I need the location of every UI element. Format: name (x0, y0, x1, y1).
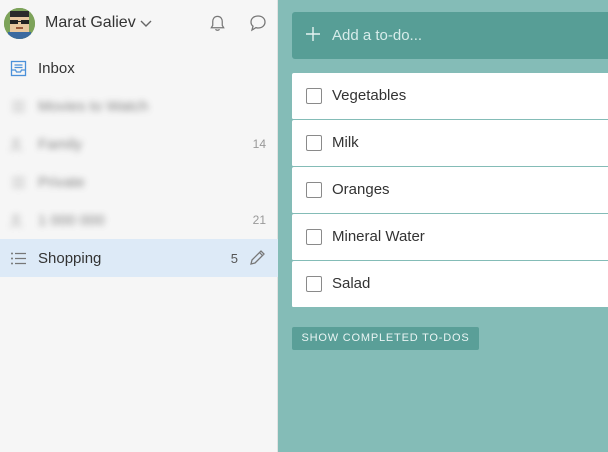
list-count: 21 (252, 213, 266, 227)
todo-checkbox[interactable] (306, 276, 322, 292)
sidebar-item-shopping[interactable]: Shopping 5 (0, 239, 278, 277)
add-todo-input[interactable] (332, 20, 592, 50)
list-icon (11, 252, 26, 265)
list-count: 14 (252, 137, 266, 151)
todo-item[interactable]: Mineral Water (292, 214, 608, 261)
chevron-down-icon[interactable] (139, 15, 153, 31)
user-name[interactable]: Marat Galiev (45, 14, 136, 32)
sidebar-item-movies[interactable]: Movies to Watch (0, 87, 278, 125)
todo-item[interactable]: Vegetables (292, 73, 608, 120)
chat-bubble-icon[interactable] (248, 13, 268, 33)
sidebar-item-inbox[interactable]: Inbox (0, 49, 278, 87)
list-icon (12, 177, 25, 188)
shared-list-icon (10, 138, 22, 152)
bell-icon[interactable] (208, 13, 227, 33)
sidebar-item-million[interactable]: 1 000 000 21 (0, 201, 278, 239)
sidebar: Marat Galiev Inbox Movies to Watch Famil… (0, 0, 278, 452)
plus-icon[interactable] (304, 25, 322, 43)
todo-title[interactable]: Salad (332, 275, 370, 292)
sidebar-item-family[interactable]: Family 14 (0, 125, 278, 163)
sidebar-item-label: Inbox (38, 60, 75, 77)
list-icon (12, 101, 25, 112)
todo-title[interactable]: Milk (332, 134, 359, 151)
todo-item[interactable]: Milk (292, 120, 608, 167)
user-menu[interactable]: Marat Galiev (0, 0, 278, 47)
add-todo-bar[interactable] (292, 12, 608, 59)
sidebar-item-label: Movies to Watch (38, 98, 149, 115)
pencil-icon[interactable] (248, 249, 266, 267)
todo-checkbox[interactable] (306, 135, 322, 151)
todo-checkbox[interactable] (306, 88, 322, 104)
inbox-icon (10, 60, 27, 77)
show-completed-button[interactable]: SHOW COMPLETED TO-DOS (292, 327, 479, 350)
todo-title[interactable]: Vegetables (332, 87, 406, 104)
todo-item[interactable]: Salad (292, 261, 608, 308)
sidebar-item-private[interactable]: Private (0, 163, 278, 201)
todo-list: Vegetables Milk Oranges Mineral Water Sa… (292, 73, 608, 308)
todo-title[interactable]: Oranges (332, 181, 390, 198)
list-count: 5 (230, 251, 238, 266)
todo-title[interactable]: Mineral Water (332, 228, 425, 245)
todo-checkbox[interactable] (306, 229, 322, 245)
todo-item[interactable]: Oranges (292, 167, 608, 214)
todo-checkbox[interactable] (306, 182, 322, 198)
lists-nav: Inbox Movies to Watch Family 14 Private (0, 49, 278, 277)
shared-list-icon (10, 214, 22, 228)
sidebar-item-label: 1 000 000 (38, 212, 105, 229)
sidebar-item-label: Shopping (38, 250, 102, 267)
sidebar-item-label: Family (38, 136, 83, 153)
sidebar-item-label: Private (38, 174, 85, 191)
main-panel: Vegetables Milk Oranges Mineral Water Sa… (278, 0, 608, 452)
avatar-icon[interactable] (4, 8, 35, 39)
